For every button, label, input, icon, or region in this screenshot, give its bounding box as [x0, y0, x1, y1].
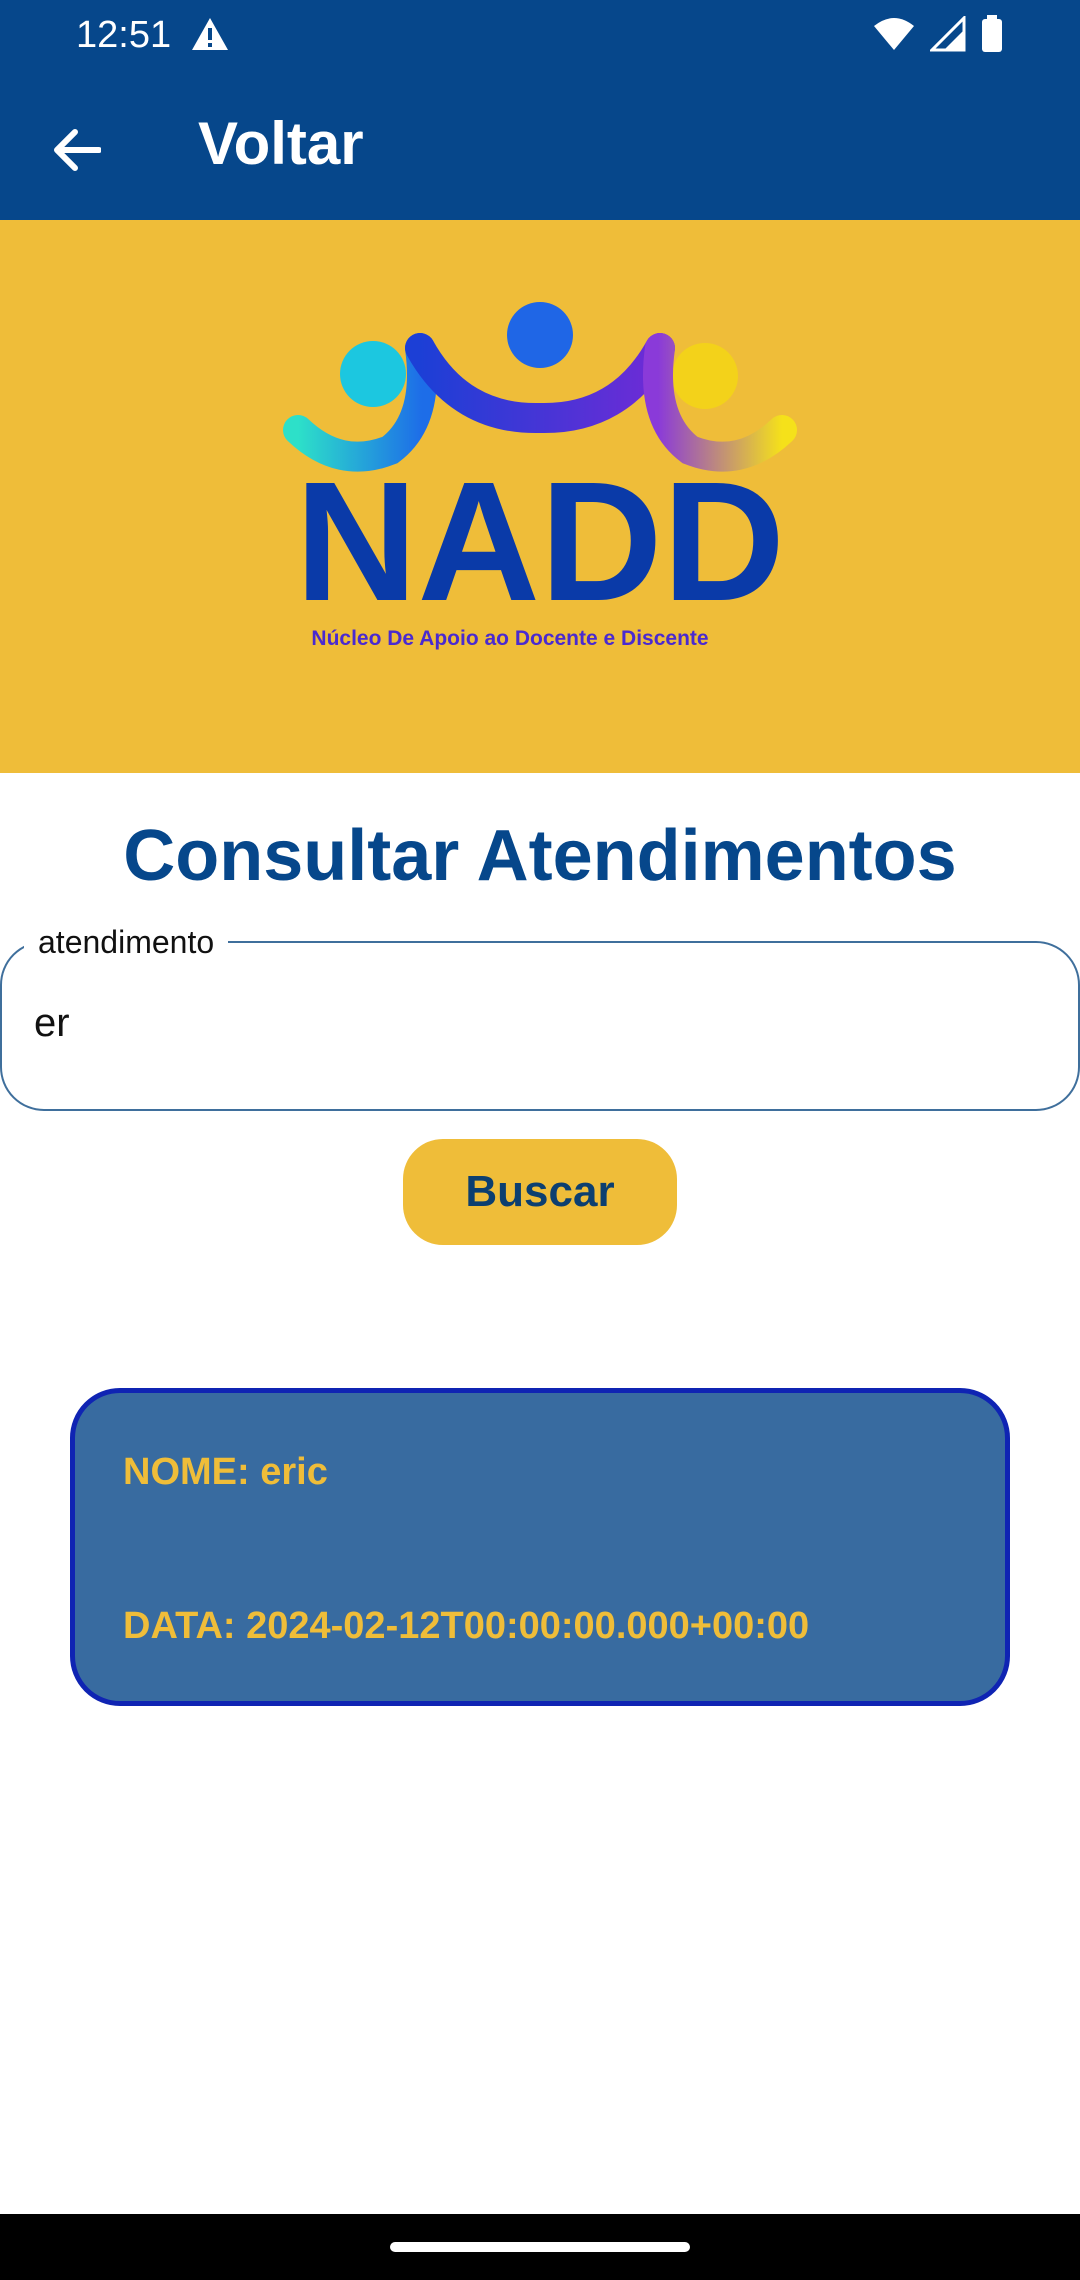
status-bar: 12:51 [0, 0, 1080, 70]
status-time: 12:51 [76, 14, 172, 56]
navigation-bar [0, 2214, 1080, 2280]
logo-text: NADD [295, 447, 785, 637]
logo-subtitle: Núcleo De Apoio ao Docente e Discente [311, 627, 708, 650]
atendimento-input[interactable] [34, 983, 1014, 1063]
wifi-icon [874, 18, 914, 50]
atendimento-field[interactable]: atendimento [0, 921, 1080, 1111]
nadd-logo: NADD Núcleo De Apoio ao Docente e Discen… [283, 302, 797, 650]
back-button[interactable] [36, 110, 116, 190]
atendimento-field-label: atendimento [24, 921, 229, 963]
arrow-left-icon [54, 129, 101, 171]
status-icons [872, 14, 1004, 54]
app-bar: Voltar [0, 70, 1080, 220]
result-date: DATA: 2024-02-12T00:00:00.000+00:00 [123, 1605, 810, 1647]
buscar-button[interactable]: Buscar [403, 1139, 677, 1245]
page-title: Consultar Atendimentos [123, 816, 957, 896]
logo-banner: NADD Núcleo De Apoio ao Docente e Discen… [0, 220, 1080, 773]
alert-icon [192, 18, 228, 50]
result-name: NOME: eric [123, 1451, 328, 1493]
battery-icon [982, 15, 1002, 52]
home-gesture-handle[interactable] [390, 2242, 690, 2252]
signal-icon [930, 16, 966, 52]
app-bar-title: Voltar [198, 110, 364, 177]
result-card: NOME: eric DATA: 2024-02-12T00:00:00.000… [70, 1388, 1010, 1706]
